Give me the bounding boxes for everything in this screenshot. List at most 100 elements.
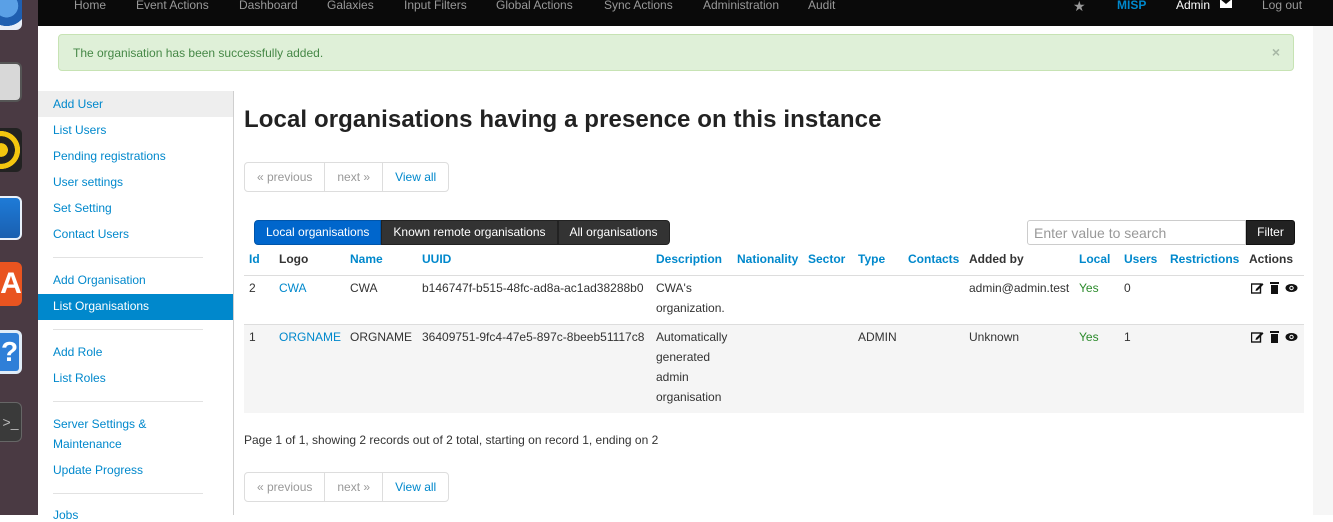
column-header-id[interactable]: Id — [249, 249, 260, 269]
cell-description-line: organisation — [656, 390, 722, 404]
tab-all-organisations[interactable]: All organisations — [557, 220, 670, 245]
delete-icon[interactable] — [1268, 331, 1281, 343]
cell-name: ORGNAME — [350, 330, 413, 344]
sidebar-item-pending-registrations[interactable]: Pending registrations — [53, 149, 166, 163]
sidebar-divider — [53, 401, 203, 402]
cell-description-line: admin — [656, 370, 689, 384]
sidebar-item-contact-users[interactable]: Contact Users — [53, 227, 129, 241]
cell-uuid: b146747f-b515-48fc-ad8a-ac1ad38288b0 — [422, 281, 644, 295]
pagination-bottom: « previous next » View all — [244, 472, 450, 502]
tab-local-organisations[interactable]: Local organisations — [254, 220, 382, 245]
column-header-actions: Actions — [1249, 252, 1294, 266]
pagination-info: Page 1 of 1, showing 2 records out of 2 … — [244, 433, 659, 447]
cell-added-by: Unknown — [969, 330, 1020, 344]
previous-button[interactable]: « previous — [245, 163, 326, 191]
sidebar-item-list-organisations[interactable]: List Organisations — [53, 299, 149, 313]
terminal-icon[interactable]: >_ — [0, 402, 22, 442]
success-alert: The organisation has been successfully a… — [58, 34, 1294, 71]
app-dock: A ? >_ — [0, 0, 38, 515]
sidebar-item-add-user[interactable]: Add User — [53, 97, 103, 111]
view-icon[interactable] — [1285, 282, 1298, 294]
page-title: Local organisations having a presence on… — [244, 106, 882, 133]
writer-icon[interactable] — [0, 196, 22, 240]
sidebar-divider — [53, 493, 203, 494]
column-header-type[interactable]: Type — [858, 249, 885, 269]
sidebar-item-user-settings[interactable]: User settings — [53, 175, 123, 189]
edit-icon[interactable] — [1251, 282, 1264, 294]
cell-description-line: organization. — [656, 301, 725, 315]
nav-sync-actions[interactable]: Sync Actions — [604, 0, 673, 11]
sidebar-item-list-roles[interactable]: List Roles — [53, 371, 106, 385]
cell-id: 1 — [249, 330, 256, 344]
column-header-description[interactable]: Description — [656, 249, 722, 269]
column-header-added-by: Added by — [969, 252, 1024, 266]
software-store-icon[interactable]: A — [0, 262, 22, 306]
close-icon[interactable]: × — [1272, 44, 1280, 60]
organisation-scope-tabs: Local organisations Known remote organis… — [254, 220, 670, 245]
browser-icon[interactable] — [0, 0, 22, 30]
cell-description-line: CWA's — [656, 281, 692, 295]
nav-home[interactable]: Home — [74, 0, 106, 11]
sidebar-divider — [53, 257, 203, 258]
sidebar-item-server-settings[interactable]: Server Settings & — [53, 417, 146, 431]
cell-description-line: Automatically — [656, 330, 728, 344]
cell-users: 0 — [1124, 281, 1131, 295]
files-icon[interactable] — [0, 62, 22, 102]
next-button[interactable]: next » — [325, 163, 384, 191]
nav-user[interactable]: Admin — [1176, 0, 1210, 11]
nav-galaxies[interactable]: Galaxies — [327, 0, 374, 11]
column-header-local[interactable]: Local — [1079, 249, 1110, 269]
tab-known-remote-organisations[interactable]: Known remote organisations — [381, 220, 558, 245]
column-header-logo: Logo — [279, 252, 309, 266]
mail-icon[interactable] — [1220, 0, 1232, 8]
column-header-sector[interactable]: Sector — [808, 249, 845, 269]
nav-dashboard[interactable]: Dashboard — [239, 0, 298, 11]
sidebar-item-update-progress[interactable]: Update Progress — [53, 463, 143, 477]
pagination-top: « previous next » View all — [244, 162, 450, 192]
column-header-contacts[interactable]: Contacts — [908, 249, 959, 269]
sidebar-item-jobs[interactable]: Jobs — [53, 508, 78, 522]
nav-global-actions[interactable]: Global Actions — [496, 0, 573, 11]
scrollbar-track[interactable] — [1313, 26, 1333, 515]
next-button[interactable]: next » — [325, 473, 384, 501]
view-all-button[interactable]: View all — [383, 473, 448, 501]
sidebar-item-maintenance[interactable]: Maintenance — [53, 437, 122, 451]
column-header-restrictions[interactable]: Restrictions — [1170, 249, 1239, 269]
cell-name: CWA — [350, 281, 378, 295]
delete-icon[interactable] — [1268, 282, 1281, 294]
star-icon[interactable]: ★ — [1073, 0, 1086, 15]
sidebar-item-set-setting[interactable]: Set Setting — [53, 201, 112, 215]
cell-local: Yes — [1079, 330, 1099, 344]
music-player-icon[interactable] — [0, 128, 22, 172]
cell-id: 2 — [249, 281, 256, 295]
sidebar-item-add-role[interactable]: Add Role — [53, 345, 102, 359]
column-header-name[interactable]: Name — [350, 249, 383, 269]
sidebar-item-add-organisation[interactable]: Add Organisation — [53, 273, 146, 287]
cell-logo-link[interactable]: CWA — [279, 278, 307, 298]
sidebar-item-list-users[interactable]: List Users — [53, 123, 106, 137]
nav-logout[interactable]: Log out — [1262, 0, 1302, 11]
row-divider — [244, 275, 1304, 276]
cell-local: Yes — [1079, 281, 1099, 295]
column-header-nationality[interactable]: Nationality — [737, 249, 798, 269]
row-actions — [1251, 282, 1298, 294]
nav-brand[interactable]: MISP — [1117, 0, 1146, 11]
filter-button[interactable]: Filter — [1246, 220, 1295, 245]
view-all-button[interactable]: View all — [383, 163, 448, 191]
edit-icon[interactable] — [1251, 331, 1264, 343]
cell-logo-link[interactable]: ORGNAME — [279, 327, 341, 347]
cell-users: 1 — [1124, 330, 1131, 344]
admin-sidebar: Add User List Users Pending registration… — [38, 91, 234, 522]
column-header-users[interactable]: Users — [1124, 249, 1157, 269]
nav-administration[interactable]: Administration — [703, 0, 779, 11]
column-header-uuid[interactable]: UUID — [422, 249, 451, 269]
nav-event-actions[interactable]: Event Actions — [136, 0, 209, 11]
view-icon[interactable] — [1285, 331, 1298, 343]
nav-input-filters[interactable]: Input Filters — [404, 0, 467, 11]
alert-message: The organisation has been successfully a… — [73, 46, 324, 60]
cell-description-line: generated — [656, 350, 711, 364]
previous-button[interactable]: « previous — [245, 473, 326, 501]
nav-audit[interactable]: Audit — [808, 0, 835, 11]
search-input[interactable] — [1027, 220, 1246, 245]
help-icon[interactable]: ? — [0, 330, 22, 374]
